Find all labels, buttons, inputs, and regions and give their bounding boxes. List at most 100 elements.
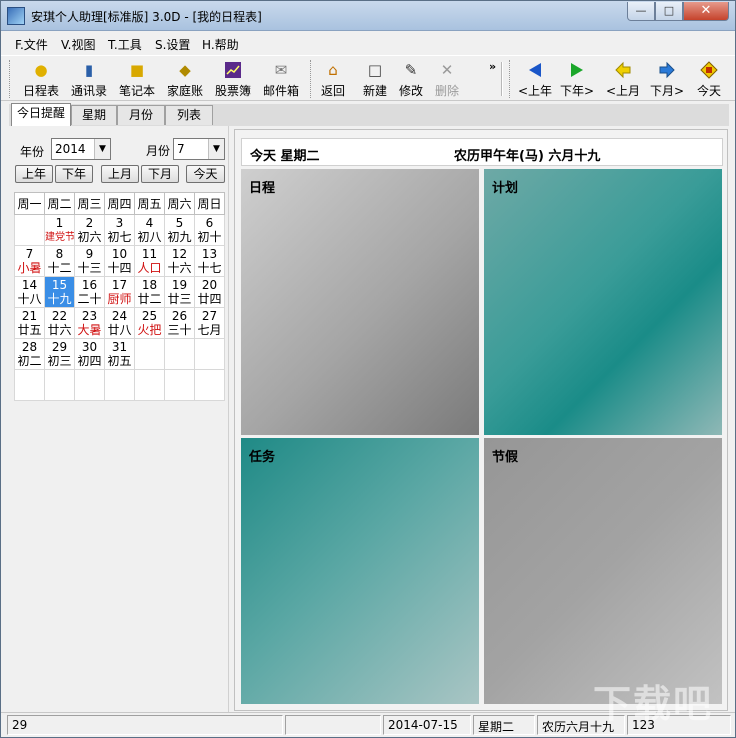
lunar-day-text: 人口 <box>137 261 162 275</box>
calendar-week-row: 7 小暑 8 十二 9 十三 10 十四 11 人口 12 十六 13 十七 <box>14 245 225 277</box>
tab-month[interactable]: 月份 <box>117 105 165 125</box>
month-select[interactable]: 7 ▼ <box>173 138 225 160</box>
day-number: 27 <box>201 309 218 323</box>
next-year-button[interactable]: 下年> <box>553 59 601 99</box>
calendar-day-cell[interactable]: 7 小暑 <box>14 245 45 277</box>
maximize-button[interactable]: □ <box>655 2 683 21</box>
back-button[interactable]: ⌂ 返回 <box>309 59 357 99</box>
calendar-day-cell[interactable]: 18 廿二 <box>134 276 165 308</box>
today-info-bar: 今天 星期二 农历甲午年(马) 六月十九 <box>241 138 723 166</box>
schedule-button[interactable]: ● 日程表 <box>17 59 65 99</box>
prev-month-button[interactable]: <上月 <box>599 59 647 99</box>
calendar-day-cell[interactable]: 12 十六 <box>164 245 195 277</box>
day-number: 31 <box>111 340 128 354</box>
watermark-logo: 下载吧 <box>593 682 714 726</box>
task-panel[interactable]: 任务 <box>241 438 479 704</box>
calendar-day-cell[interactable]: 26 三十 <box>164 307 195 339</box>
day-number: 9 <box>85 247 94 261</box>
day-number: 14 <box>21 278 38 292</box>
holiday-panel[interactable]: 节假 <box>484 438 722 704</box>
mailbox-button[interactable]: ✉ 邮件箱 <box>257 59 305 99</box>
new-doc-icon: □ <box>367 61 383 79</box>
calendar-day-cell[interactable]: 23 大暑 <box>74 307 105 339</box>
title-bar: 安琪个人助理[标准版] 3.0D - [我的日程表] — □ ✕ <box>1 1 735 31</box>
tab-week[interactable]: 星期 <box>71 105 117 125</box>
lunar-day-text: 建党节/香港回归 <box>45 232 74 243</box>
menu-file[interactable]: F.文件 <box>15 36 48 53</box>
calendar-day-cell[interactable]: 19 廿三 <box>164 276 195 308</box>
delete-button[interactable]: ✕ 删除 <box>423 59 471 99</box>
calendar-day-cell[interactable]: 6 初十 <box>194 214 225 246</box>
lunar-day-text: 廿四 <box>197 292 222 306</box>
chevron-down-icon[interactable]: ▼ <box>208 139 224 159</box>
calendar-day-cell[interactable]: 31 初五 <box>104 338 135 370</box>
day-number: 28 <box>21 340 38 354</box>
calendar-day-cell[interactable]: 13 十七 <box>194 245 225 277</box>
tab-today-reminder[interactable]: 今日提醒 <box>11 103 71 126</box>
calendar-day-cell[interactable]: 8 十二 <box>44 245 75 277</box>
calendar-day-cell[interactable]: 15 十九 <box>44 276 75 308</box>
next-month-button[interactable]: 下月> <box>643 59 691 99</box>
menu-settings[interactable]: S.设置 <box>155 36 190 53</box>
lunar-day-text: 初三 <box>47 354 72 368</box>
plan-panel[interactable]: 计划 <box>484 169 722 435</box>
menu-view[interactable]: V.视图 <box>61 36 95 53</box>
contacts-button[interactable]: ▮ 通讯录 <box>65 59 113 99</box>
calendar-day-cell[interactable]: 14 十八 <box>14 276 45 308</box>
day-number: 30 <box>81 340 98 354</box>
calendar-day-cell[interactable]: 5 初九 <box>164 214 195 246</box>
calendar-day-cell[interactable]: 17 厨师 <box>104 276 135 308</box>
calendar-day-cell[interactable]: 22 廿六 <box>44 307 75 339</box>
calendar-week-row: 1建党节/香港回归2初六3初七4初八5初九6初十 <box>14 214 225 246</box>
day-number: 15 <box>51 278 68 292</box>
lunar-day-text: 十六 <box>167 261 192 275</box>
day-number: 2 <box>85 216 94 230</box>
prev-year-button[interactable]: <上年 <box>511 59 559 99</box>
minimize-button[interactable]: — <box>627 2 655 21</box>
calendar-day-cell[interactable]: 28 初二 <box>14 338 45 370</box>
calendar-empty-cell <box>44 369 75 401</box>
calendar-day-cell[interactable]: 11 人口 <box>134 245 165 277</box>
today-small-button[interactable]: 今天 <box>186 165 225 183</box>
toolbar-overflow-icon[interactable]: » <box>489 60 496 73</box>
home-accounts-button[interactable]: ◆ 家庭账 <box>161 59 209 99</box>
calendar-day-cell[interactable]: 25 火把 <box>134 307 165 339</box>
calendar-day-cell[interactable]: 3 初七 <box>104 214 135 246</box>
calendar-day-cell[interactable]: 9 十三 <box>74 245 105 277</box>
toolbar-grip[interactable] <box>9 60 12 98</box>
next-year-small-button[interactable]: 下年 <box>55 165 93 183</box>
lunar-day-text: 火把 <box>137 323 162 337</box>
year-label: 年份 <box>20 145 45 159</box>
day-number: 22 <box>51 309 68 323</box>
calendar-day-cell[interactable]: 4 初八 <box>134 214 165 246</box>
schedule-panel[interactable]: 日程 <box>241 169 479 435</box>
menu-tools[interactable]: T.工具 <box>108 36 142 53</box>
day-number: 24 <box>111 309 128 323</box>
day-number: 4 <box>145 216 154 230</box>
calendar-day-cell[interactable]: 27 七月 <box>194 307 225 339</box>
holiday-panel-title: 节假 <box>492 450 519 465</box>
today-button[interactable]: 今天 <box>685 59 733 99</box>
calendar-day-cell[interactable]: 16 二十 <box>74 276 105 308</box>
calendar-week-row <box>14 369 225 401</box>
calendar-day-cell[interactable]: 2 初六 <box>74 214 105 246</box>
calendar-day-cell[interactable]: 29 初三 <box>44 338 75 370</box>
lunar-day-text: 初七 <box>107 230 132 244</box>
prev-year-small-button[interactable]: 上年 <box>15 165 53 183</box>
calendar-day-cell[interactable]: 24 廿八 <box>104 307 135 339</box>
calendar-day-cell[interactable]: 20 廿四 <box>194 276 225 308</box>
tab-list[interactable]: 列表 <box>165 105 213 125</box>
chevron-down-icon[interactable]: ▼ <box>94 139 110 159</box>
next-month-small-button[interactable]: 下月 <box>141 165 179 183</box>
menu-help[interactable]: H.帮助 <box>202 36 239 53</box>
prev-month-small-button[interactable]: 上月 <box>101 165 139 183</box>
calendar-day-cell[interactable]: 21 廿五 <box>14 307 45 339</box>
stocks-button[interactable]: 股票簿 <box>209 59 257 99</box>
calendar-day-cell[interactable]: 30 初四 <box>74 338 105 370</box>
year-select[interactable]: 2014 ▼ <box>51 138 111 160</box>
calendar-day-cell[interactable]: 1 建党节/香港回归 <box>44 214 75 246</box>
notebook-button[interactable]: ■ 笔记本 <box>113 59 161 99</box>
close-button[interactable]: ✕ <box>683 2 729 21</box>
calendar-day-cell[interactable]: 10 十四 <box>104 245 135 277</box>
edit-icon: ✎ <box>404 61 418 79</box>
